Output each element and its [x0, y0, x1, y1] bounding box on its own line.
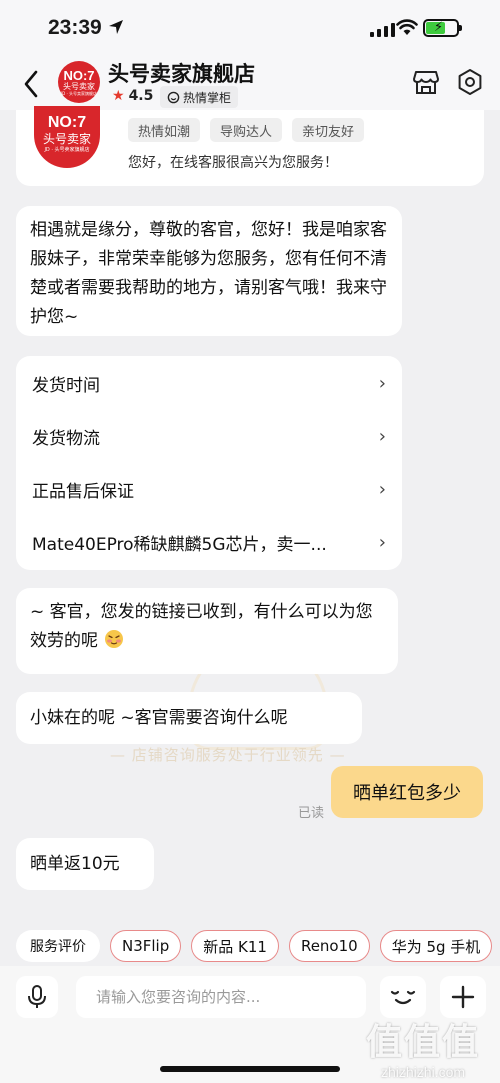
intro-logo-line2: 头号卖家: [42, 132, 91, 146]
voice-button[interactable]: [16, 976, 58, 1018]
intro-greeting: 您好，在线客服很高兴为您服务！: [128, 155, 338, 171]
store-badge: 热情掌柜: [160, 86, 239, 108]
background-watermark-text: 店铺咨询服务处于行业领先: [110, 744, 346, 765]
intro-logo-line3: JD · 头号卖家旗舰店: [44, 147, 90, 153]
store-avatar-line1: NO:7: [63, 67, 95, 83]
faq-item-mate40epro[interactable]: Mate40EPro稀缺麒麟5G芯片，卖一... ›: [16, 516, 402, 569]
faq-item-shipping-time[interactable]: 发货时间 ›: [16, 357, 402, 410]
service-tag: 亲切友好: [292, 118, 365, 142]
chevron-right-icon: ›: [378, 373, 386, 394]
service-rating-button[interactable]: 服务评价: [16, 930, 100, 962]
settings-icon[interactable]: [456, 68, 484, 96]
rating-value: 4.5: [128, 88, 154, 104]
agent-message-reply: 晒单返10元: [16, 838, 154, 890]
back-button[interactable]: [16, 66, 46, 102]
agent-message-welcome: 相遇就是缘分，尊敬的客官，您好！我是咱家客服妹子，非常荣幸能够为您服务，您有任何…: [16, 206, 402, 336]
quick-chip[interactable]: N3Flip: [110, 930, 182, 962]
store-intro-card: NO:7 头号卖家 JD · 头号卖家旗舰店 热情如潮 导购达人 亲切友好 您好…: [16, 106, 484, 186]
store-name[interactable]: 头号卖家旗舰店: [108, 58, 255, 88]
emoji-blush-icon: [105, 630, 124, 648]
cellular-signal-icon: [370, 23, 395, 37]
faq-item-warranty[interactable]: 正品售后保证 ›: [16, 463, 402, 516]
chat-header: NO:7 头号卖家 JD · 头号卖家旗舰店 头号卖家旗舰店 ★ 4.5 热情掌…: [0, 58, 500, 110]
faq-item-label: Mate40EPro稀缺麒麟5G芯片，卖一...: [32, 535, 327, 555]
store-logo: NO:7 头号卖家 JD · 头号卖家旗舰店: [34, 106, 100, 168]
faq-item-label: 发货物流: [32, 429, 100, 449]
site-watermark-logo: 值值值 zhizhizhi.com: [348, 1000, 498, 1080]
intro-logo-line1: NO:7: [47, 114, 87, 131]
faq-card: 发货时间 › 发货物流 › 正品售后保证 › Mate40EPro稀缺麒麟5G芯…: [16, 356, 402, 570]
chevron-left-icon: [24, 70, 38, 98]
battery-icon: ⚡: [423, 19, 462, 37]
store-avatar-line3: JD · 头号卖家旗舰店: [60, 90, 98, 96]
quick-reply-bar: 服务评价 N3Flip 新品 K11 Reno10 华为 5g 手机: [0, 926, 500, 966]
read-receipt: 已读: [298, 806, 325, 821]
message-input[interactable]: [76, 976, 366, 1018]
microphone-icon: [28, 985, 46, 1008]
smile-icon: [167, 91, 180, 103]
store-avatar[interactable]: NO:7 头号卖家 JD · 头号卖家旗舰店: [58, 61, 100, 103]
home-indicator: [160, 1066, 340, 1072]
quick-chip[interactable]: 华为 5g 手机: [379, 930, 493, 962]
shop-icon[interactable]: [412, 68, 440, 96]
message-text: ~ 客官，您发的链接已收到，有什么可以为您效劳的呢: [30, 602, 373, 651]
service-tags: 热情如潮 导购达人 亲切友好: [128, 118, 365, 142]
wifi-icon: [396, 19, 418, 35]
faq-item-label: 正品售后保证: [32, 482, 134, 502]
status-bar: 23:39 ⚡: [0, 0, 500, 58]
chevron-right-icon: ›: [378, 426, 386, 447]
chevron-right-icon: ›: [378, 479, 386, 500]
agent-message-waiting: 小妹在的呢 ~客官需要咨询什么呢: [16, 692, 362, 744]
star-icon: ★: [112, 88, 125, 104]
site-watermark-url: zhizhizhi.com: [380, 1064, 466, 1080]
quick-chip[interactable]: Reno10: [288, 930, 370, 962]
faq-item-label: 发货时间: [32, 376, 100, 396]
chevron-right-icon: ›: [378, 532, 386, 553]
store-badge-label: 热情掌柜: [183, 90, 232, 105]
faq-item-logistics[interactable]: 发货物流 ›: [16, 410, 402, 463]
service-tag: 热情如潮: [128, 118, 201, 142]
store-avatar-line2: 头号卖家: [63, 81, 95, 91]
service-tag: 导购达人: [210, 118, 283, 142]
user-message: 晒单红包多少: [331, 766, 483, 818]
location-arrow-icon: [109, 20, 123, 34]
site-watermark-glyphs: 值值值: [365, 1022, 480, 1063]
store-rating: ★ 4.5: [112, 88, 153, 104]
charging-bolt-icon: ⚡: [434, 20, 444, 35]
status-time: 23:39: [48, 16, 102, 39]
quick-chip[interactable]: 新品 K11: [191, 930, 279, 962]
agent-message-link-received: ~ 客官，您发的链接已收到，有什么可以为您效劳的呢: [16, 588, 398, 674]
